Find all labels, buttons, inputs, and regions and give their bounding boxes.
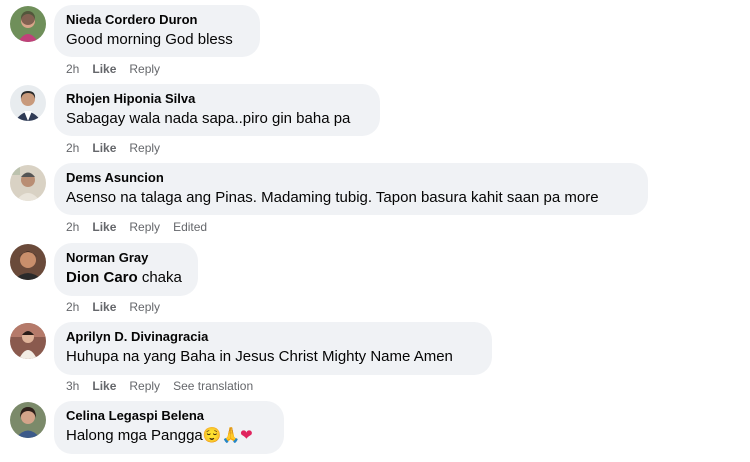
avatar[interactable] <box>10 402 46 438</box>
comment-actions: 2h Like Reply <box>66 299 173 315</box>
comment-text: Asenso na talaga ang Pinas. Madaming tub… <box>66 189 599 206</box>
comment-bubble: Rhojen Hiponia Silva Sabagay wala nada s… <box>54 84 380 136</box>
comment-author[interactable]: Rhojen Hiponia Silva <box>66 91 368 107</box>
comment-bubble: Nieda Cordero Duron Good morning God ble… <box>54 5 260 57</box>
comment-text-rest: chaka <box>137 269 182 286</box>
like-button[interactable]: Like <box>92 299 116 315</box>
comment-timestamp[interactable]: 2h <box>66 61 79 77</box>
avatar[interactable] <box>10 85 46 121</box>
red-heart-emoji: ❤ <box>240 427 253 444</box>
comment-bubble: Norman Gray Dion Caro chaka <box>54 243 198 296</box>
comment-bubble: Aprilyn D. Divinagracia Huhupa na yang B… <box>54 322 492 375</box>
comment-timestamp[interactable]: 2h <box>66 140 79 156</box>
comment-bubble: Celina Legaspi Belena Halong mga Pangga😌… <box>54 401 284 454</box>
comment-text: Good morning God bless <box>66 31 233 48</box>
avatar[interactable] <box>10 323 46 359</box>
see-translation-link[interactable]: See translation <box>173 378 253 394</box>
comment-text-main: Halong mga Pangga <box>66 427 203 444</box>
edited-label[interactable]: Edited <box>173 219 207 235</box>
reply-button[interactable]: Reply <box>129 140 160 156</box>
comment-author[interactable]: Celina Legaspi Belena <box>66 408 272 424</box>
mention-link[interactable]: Dion Caro <box>66 269 138 286</box>
comment-text: Huhupa na yang Baha in Jesus Christ Migh… <box>66 348 453 365</box>
like-button[interactable]: Like <box>92 378 116 394</box>
avatar[interactable] <box>10 244 46 280</box>
comment-author[interactable]: Norman Gray <box>66 250 186 266</box>
comment-timestamp[interactable]: 2h <box>66 219 79 235</box>
comment-text: Halong mga Pangga😌🙏❤ <box>66 426 272 446</box>
like-button[interactable]: Like <box>92 219 116 235</box>
avatar[interactable] <box>10 6 46 42</box>
comment-timestamp[interactable]: 2h <box>66 299 79 315</box>
comment-bubble: Dems Asuncion Asenso na talaga ang Pinas… <box>54 163 648 215</box>
reply-button[interactable]: Reply <box>129 299 160 315</box>
comment-actions: 3h Like Reply See translation <box>66 378 266 394</box>
comment-timestamp[interactable]: 3h <box>66 378 79 394</box>
comment-author[interactable]: Dems Asuncion <box>66 170 636 186</box>
reply-button[interactable]: Reply <box>129 378 160 394</box>
like-button[interactable]: Like <box>92 61 116 77</box>
relieved-face-emoji: 😌 <box>202 427 222 444</box>
reply-button[interactable]: Reply <box>129 219 160 235</box>
like-button[interactable]: Like <box>92 140 116 156</box>
comment-actions: 2h Like Reply Edited <box>66 219 220 235</box>
comment-actions: 2h Like Reply <box>66 140 173 156</box>
comment-actions: 2h Like Reply <box>66 61 173 77</box>
reply-button[interactable]: Reply <box>129 61 160 77</box>
folded-hands-emoji: 🙏 <box>221 427 241 444</box>
comment-text: Dion Caro chaka <box>66 268 186 288</box>
comment-author[interactable]: Aprilyn D. Divinagracia <box>66 329 480 345</box>
comment-text: Sabagay wala nada sapa..piro gin baha pa <box>66 110 351 127</box>
comment-author[interactable]: Nieda Cordero Duron <box>66 12 248 28</box>
avatar[interactable] <box>10 165 46 201</box>
